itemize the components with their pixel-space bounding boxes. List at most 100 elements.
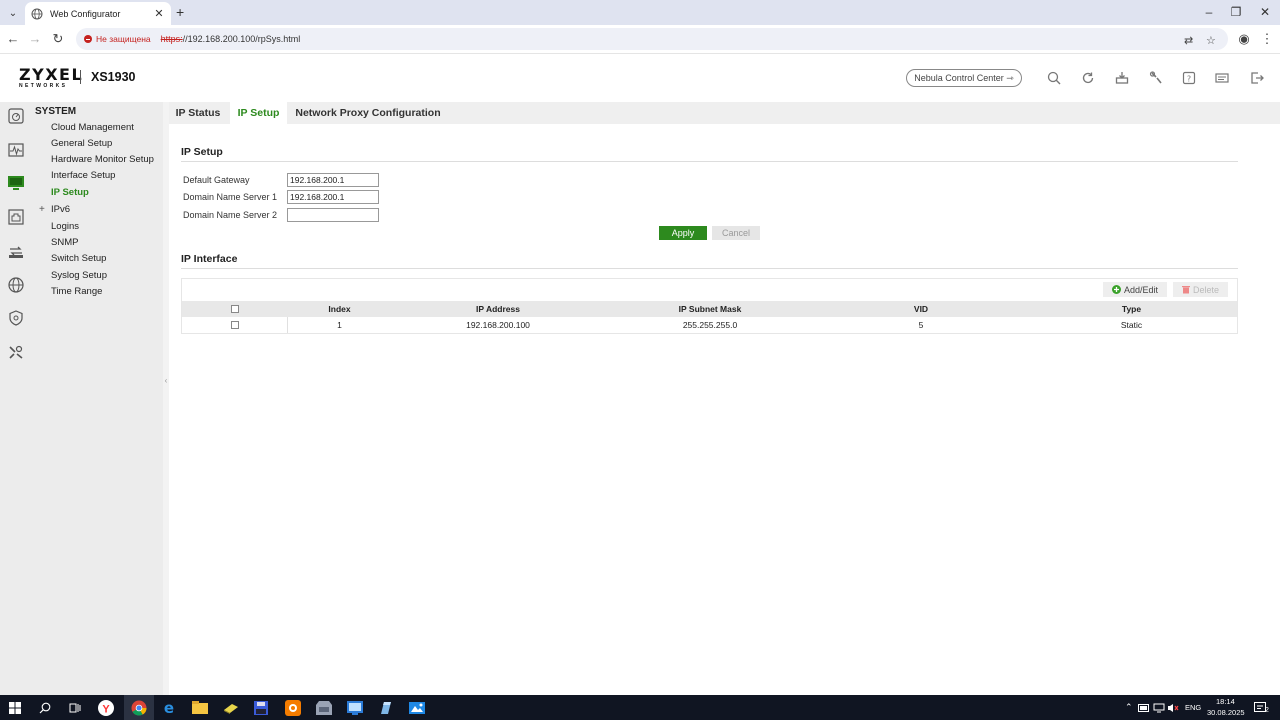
networking-globe-icon[interactable]	[7, 276, 25, 294]
file-explorer-icon[interactable]	[191, 699, 209, 717]
subnav-item-interface-setup[interactable]: Interface Setup	[51, 170, 115, 181]
search-icon[interactable]	[1046, 70, 1062, 86]
close-window-icon[interactable]: ✕	[1256, 5, 1274, 19]
system-icon[interactable]	[7, 174, 25, 192]
logout-icon[interactable]	[1249, 70, 1265, 86]
tab-title: Web Configurator	[50, 8, 121, 19]
expand-plus-icon[interactable]: +	[39, 204, 45, 215]
url-bar[interactable]: Не защищена https: //192.168.200.100/rpS…	[76, 28, 1228, 50]
subnav-title: SYSTEM	[35, 106, 77, 117]
default-gateway-field[interactable]	[287, 173, 379, 187]
apply-button[interactable]: Apply	[659, 226, 707, 240]
new-tab-icon[interactable]: +	[176, 4, 184, 20]
default-gateway-label: Default Gateway	[183, 175, 250, 185]
tab-ip-setup[interactable]: IP Setup	[230, 102, 287, 124]
monitor-icon[interactable]	[7, 141, 25, 159]
app-icon[interactable]	[284, 699, 302, 717]
translate-icon[interactable]: ⇄	[1184, 34, 1193, 47]
chrome-icon[interactable]	[130, 699, 148, 717]
windows-start-icon[interactable]	[6, 699, 24, 717]
subnav-item-logins[interactable]: Logins	[51, 221, 79, 232]
battery-icon[interactable]	[1138, 699, 1150, 717]
col-ip-address[interactable]: IP Address	[392, 301, 604, 317]
add-edit-button[interactable]: Add/Edit	[1103, 282, 1167, 297]
bookmark-star-icon[interactable]: ☆	[1206, 34, 1216, 47]
table-row[interactable]: 1 192.168.200.100 255.255.255.0 5 Static	[182, 317, 1237, 333]
cancel-button[interactable]: Cancel	[712, 226, 760, 240]
nebula-control-center-button[interactable]: Nebula Control Center ⇾	[906, 69, 1022, 87]
subnav-item-ip-setup[interactable]: IP Setup	[51, 187, 89, 198]
clock-date[interactable]: 30.08.2025	[1207, 708, 1245, 717]
security-shield-icon[interactable]	[7, 309, 25, 327]
trash-icon	[1181, 286, 1190, 294]
svg-text:Y: Y	[102, 704, 110, 716]
address-bar-row: ← → ↻ Не защищена https: //192.168.200.1…	[0, 25, 1280, 54]
tab-network-proxy-configuration[interactable]: Network Proxy Configuration	[291, 102, 445, 124]
cell-index: 1	[337, 320, 342, 330]
dashboard-icon[interactable]	[7, 107, 25, 125]
app-icon[interactable]	[408, 699, 426, 717]
subnav-item-hardware-monitor-setup[interactable]: Hardware Monitor Setup	[51, 154, 154, 165]
yandex-browser-icon[interactable]: Y	[97, 699, 115, 717]
volume-muted-icon[interactable]	[1167, 699, 1179, 717]
browser-menu-icon[interactable]: ⋮	[1259, 31, 1275, 47]
search-icon[interactable]	[36, 699, 54, 717]
management-tools-icon[interactable]	[7, 343, 25, 361]
tray-chevron-icon[interactable]: ⌃	[1125, 702, 1133, 713]
port-icon[interactable]	[7, 208, 25, 226]
edge-icon[interactable]: e	[160, 699, 178, 717]
subnav-item-snmp[interactable]: SNMP	[51, 237, 78, 248]
feedback-icon[interactable]	[1214, 70, 1230, 86]
language-indicator[interactable]: ENG	[1185, 703, 1201, 712]
globe-icon	[31, 8, 43, 20]
select-all-checkbox[interactable]	[230, 305, 239, 313]
app-icon[interactable]	[377, 699, 395, 717]
subnav-item-time-range[interactable]: Time Range	[51, 286, 102, 297]
svg-text:e: e	[164, 700, 174, 716]
app-icon[interactable]	[222, 699, 240, 717]
row-checkbox[interactable]	[230, 321, 239, 329]
app-icon[interactable]	[315, 699, 333, 717]
col-type[interactable]: Type	[1026, 301, 1237, 317]
subnav-item-syslog-setup[interactable]: Syslog Setup	[51, 270, 107, 281]
tab-list-icon[interactable]: ⌄	[4, 4, 22, 22]
dns1-label: Domain Name Server 1	[183, 192, 278, 202]
cell-type: Static	[1120, 320, 1143, 330]
reload-icon[interactable]: ↻	[50, 31, 66, 47]
dns2-field[interactable]	[287, 208, 379, 222]
ip-interface-table: Add/Edit Delete Index IP Address IP Subn…	[181, 278, 1238, 334]
subnav-item-switch-setup[interactable]: Switch Setup	[51, 253, 106, 264]
col-index[interactable]: Index	[287, 301, 392, 317]
tab-ip-status[interactable]: IP Status	[169, 102, 227, 124]
ip-interface-title: IP Interface	[181, 253, 238, 265]
ip-setup-title: IP Setup	[181, 146, 223, 158]
app-icon[interactable]	[346, 699, 364, 717]
minimize-icon[interactable]: –	[1200, 5, 1218, 19]
network-icon[interactable]	[1153, 699, 1165, 717]
taskbar: Y e ⌃ ENG 18:14 30.08.2025 2	[0, 695, 1280, 720]
browser-tab[interactable]: Web Configurator ✕	[25, 2, 171, 25]
clock-time[interactable]: 18:14	[1216, 697, 1235, 706]
col-ip-subnet-mask[interactable]: IP Subnet Mask	[604, 301, 816, 317]
refresh-icon[interactable]	[1080, 70, 1096, 86]
switching-icon[interactable]	[7, 242, 25, 260]
not-secure-label[interactable]: Не защищена	[96, 34, 151, 44]
delete-button[interactable]: Delete	[1173, 282, 1228, 297]
main-content: IP Status IP Setup Network Proxy Configu…	[169, 102, 1280, 695]
maximize-icon[interactable]: ❐	[1227, 5, 1245, 19]
task-view-icon[interactable]	[66, 699, 84, 717]
subnav-item-ipv6[interactable]: IPv6	[51, 204, 70, 215]
save-config-icon[interactable]	[1114, 70, 1130, 86]
dns1-field[interactable]	[287, 190, 379, 204]
close-tab-icon[interactable]: ✕	[153, 7, 165, 20]
subnav-item-general-setup[interactable]: General Setup	[51, 138, 112, 149]
maintenance-icon[interactable]	[1148, 70, 1164, 86]
back-icon[interactable]: ←	[5, 31, 21, 46]
col-vid[interactable]: VID	[816, 301, 1026, 317]
profile-icon[interactable]: ◉	[1236, 31, 1252, 47]
cell-ip-address: 192.168.200.100	[466, 320, 530, 330]
app-icon[interactable]	[252, 699, 270, 717]
subnav-item-cloud-management[interactable]: Cloud Management	[51, 122, 134, 133]
help-icon[interactable]: ?	[1181, 70, 1197, 86]
forward-icon[interactable]: →	[27, 31, 43, 46]
